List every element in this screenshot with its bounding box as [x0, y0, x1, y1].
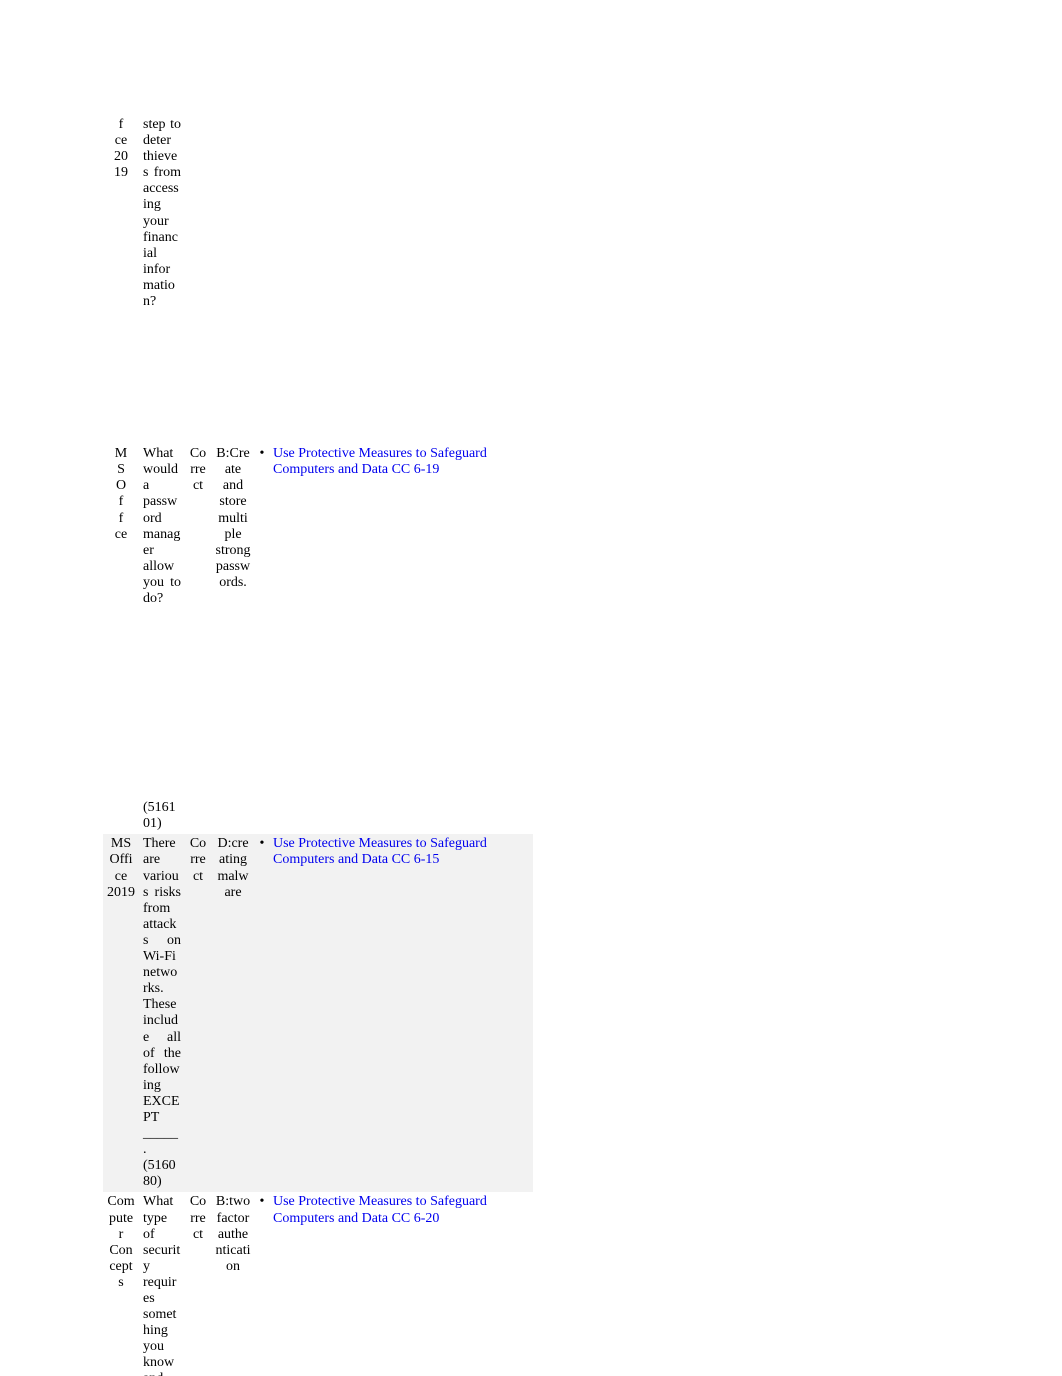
question-text: What type of security requires something…	[143, 1194, 180, 1376]
reference-link[interactable]: Use Protective Measures to Safeguard Com…	[273, 836, 487, 867]
answer-text: B:Create and store multiple strong passw…	[216, 446, 251, 590]
answer-text: B:two factor authentication	[216, 1194, 251, 1273]
question-number: (516101)	[143, 800, 176, 831]
question-cell: step to deter thieves from accessing you…	[139, 115, 185, 312]
source-text: MSOffice 2019	[107, 836, 135, 899]
answer-cell: B:two factor authentication	[211, 1192, 255, 1376]
table-row: MSOffice 2019 There are various risks fr…	[103, 834, 533, 1192]
source-cell: Computer Concepts	[103, 1192, 139, 1376]
status-cell: Correct	[185, 1192, 211, 1376]
bullet-cell: •	[255, 1192, 269, 1376]
table-row: f ce 20 19 step to deter thieves from ac…	[103, 115, 533, 312]
source-text: f ce 20 19	[114, 117, 128, 180]
status-text: Correct	[190, 836, 206, 883]
source-cell: M S O f f ce	[103, 444, 139, 834]
source-text: Computer Concepts	[107, 1194, 134, 1289]
reference-link[interactable]: Use Protective Measures to Safeguard Com…	[273, 446, 487, 477]
status-cell: Correct	[185, 444, 211, 834]
source-cell: MSOffice 2019	[103, 834, 139, 1192]
reference-link[interactable]: Use Protective Measures to Safeguard Com…	[273, 1194, 487, 1225]
status-cell	[185, 115, 211, 312]
bullet-icon: •	[260, 836, 265, 851]
table-row: M S O f f ce What would a password manag…	[103, 444, 533, 834]
question-table: f ce 20 19 step to deter thieves from ac…	[103, 115, 533, 1376]
status-cell: Correct	[185, 834, 211, 1192]
status-text: Correct	[190, 1194, 206, 1241]
answer-cell: D:creating malware	[211, 834, 255, 1192]
link-cell: Use Protective Measures to Safeguard Com…	[269, 834, 533, 1192]
bullet-cell: •	[255, 834, 269, 1192]
bullet-icon: •	[260, 1194, 265, 1209]
answer-cell: B:Create and store multiple strong passw…	[211, 444, 255, 834]
link-cell	[269, 115, 533, 312]
bullet-icon: •	[260, 446, 265, 461]
question-cell: What would a password manager allow you …	[139, 444, 185, 834]
link-cell: Use Protective Measures to Safeguard Com…	[269, 1192, 533, 1376]
source-text: M S O f f ce	[115, 446, 127, 541]
bullet-cell: •	[255, 444, 269, 834]
source-cell: f ce 20 19	[103, 115, 139, 312]
question-number: (516080)	[143, 1158, 176, 1189]
question-cell: What type of security requires something…	[139, 1192, 185, 1376]
question-text: What would a password manager allow you …	[143, 446, 181, 606]
link-cell: Use Protective Measures to Safeguard Com…	[269, 444, 533, 834]
question-cell: There are various risks from attacks on …	[139, 834, 185, 1192]
question-text: There are various risks from attacks on …	[143, 836, 181, 1157]
bullet-cell	[255, 115, 269, 312]
table-row: Computer Concepts What type of security …	[103, 1192, 533, 1376]
answer-text: D:creating malware	[217, 836, 248, 899]
status-text: Correct	[190, 446, 206, 493]
answer-cell	[211, 115, 255, 312]
question-text: step to deter thieves from accessing you…	[143, 117, 181, 309]
